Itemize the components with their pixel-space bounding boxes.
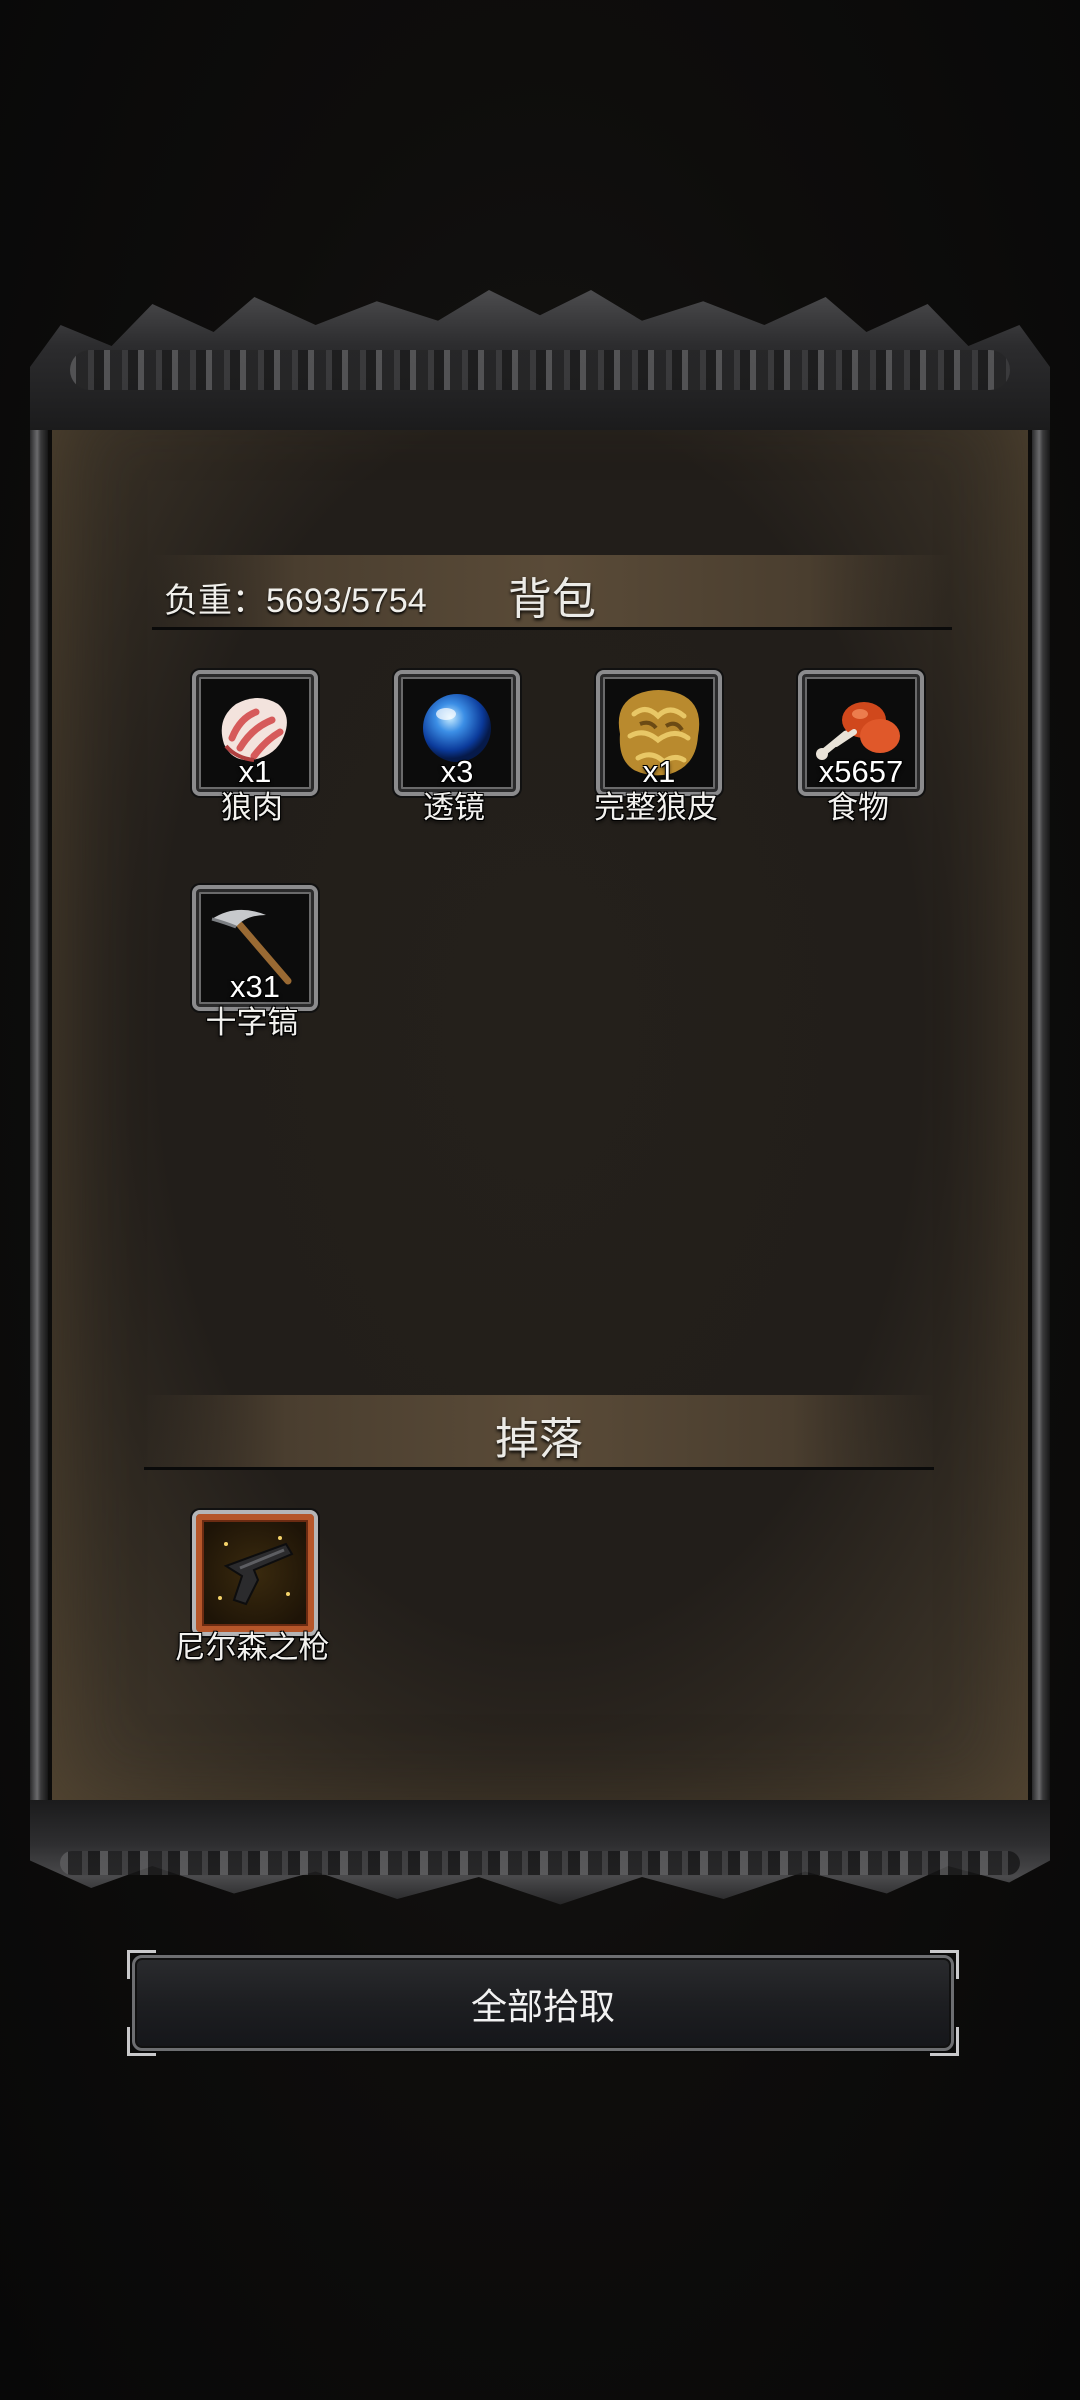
button-corner-ornament (127, 2027, 156, 2056)
inventory-item-wolf-pelt[interactable]: x1 完整狼皮 (576, 670, 736, 840)
button-corner-ornament (930, 2027, 959, 2056)
drops-title: 掉落 (495, 1414, 583, 1465)
frame-left-edge (30, 380, 48, 1820)
pickup-all-button[interactable]: 全部拾取 (127, 1950, 959, 2056)
item-slot: x1 (192, 670, 318, 796)
frame-top-detail (70, 350, 1010, 390)
item-slot: x5657 (798, 670, 924, 796)
inventory-item-wolf-meat[interactable]: x1 狼肉 (172, 670, 332, 840)
item-name: 食物 (827, 790, 889, 826)
drops-header: 掉落 (144, 1395, 934, 1470)
button-corner-ornament (127, 1950, 156, 1979)
item-slot: x3 (394, 670, 520, 796)
inventory-item-food[interactable]: x5657 食物 (778, 670, 938, 840)
pickup-all-label: 全部拾取 (470, 1987, 615, 2028)
button-corner-ornament (930, 1950, 959, 1979)
item-name: 透镜 (423, 790, 485, 826)
backpack-title: 背包 (508, 574, 596, 625)
gun-icon (218, 1536, 294, 1606)
item-name: 完整狼皮 (594, 790, 718, 826)
item-slot: x1 (596, 670, 722, 796)
item-name: 尼尔森之枪 (174, 1630, 330, 1666)
frame-bottom-detail (60, 1851, 1020, 1875)
inventory-item-lens[interactable]: x3 透镜 (374, 670, 534, 840)
item-name: 狼肉 (221, 790, 283, 826)
inventory-panel: 负重：5693/5754 背包 x1 狼肉 x3 透镜 x1 完整狼皮 x565… (52, 385, 1028, 1810)
loot-screen: 负重：5693/5754 背包 x1 狼肉 x3 透镜 x1 完整狼皮 x565… (0, 0, 1080, 2400)
item-slot-rare (192, 1510, 318, 1636)
backpack-header: 负重：5693/5754 背包 (152, 555, 952, 630)
ornate-frame: 负重：5693/5754 背包 x1 狼肉 x3 透镜 x1 完整狼皮 x565… (30, 290, 1050, 1910)
drop-item-nelson-gun[interactable]: 尼尔森之枪 (172, 1510, 332, 1680)
frame-right-edge (1032, 380, 1050, 1820)
item-name: 十字镐 (205, 1005, 299, 1041)
inventory-item-pickaxe[interactable]: x31 十字镐 (172, 885, 332, 1055)
item-slot: x31 (192, 885, 318, 1011)
